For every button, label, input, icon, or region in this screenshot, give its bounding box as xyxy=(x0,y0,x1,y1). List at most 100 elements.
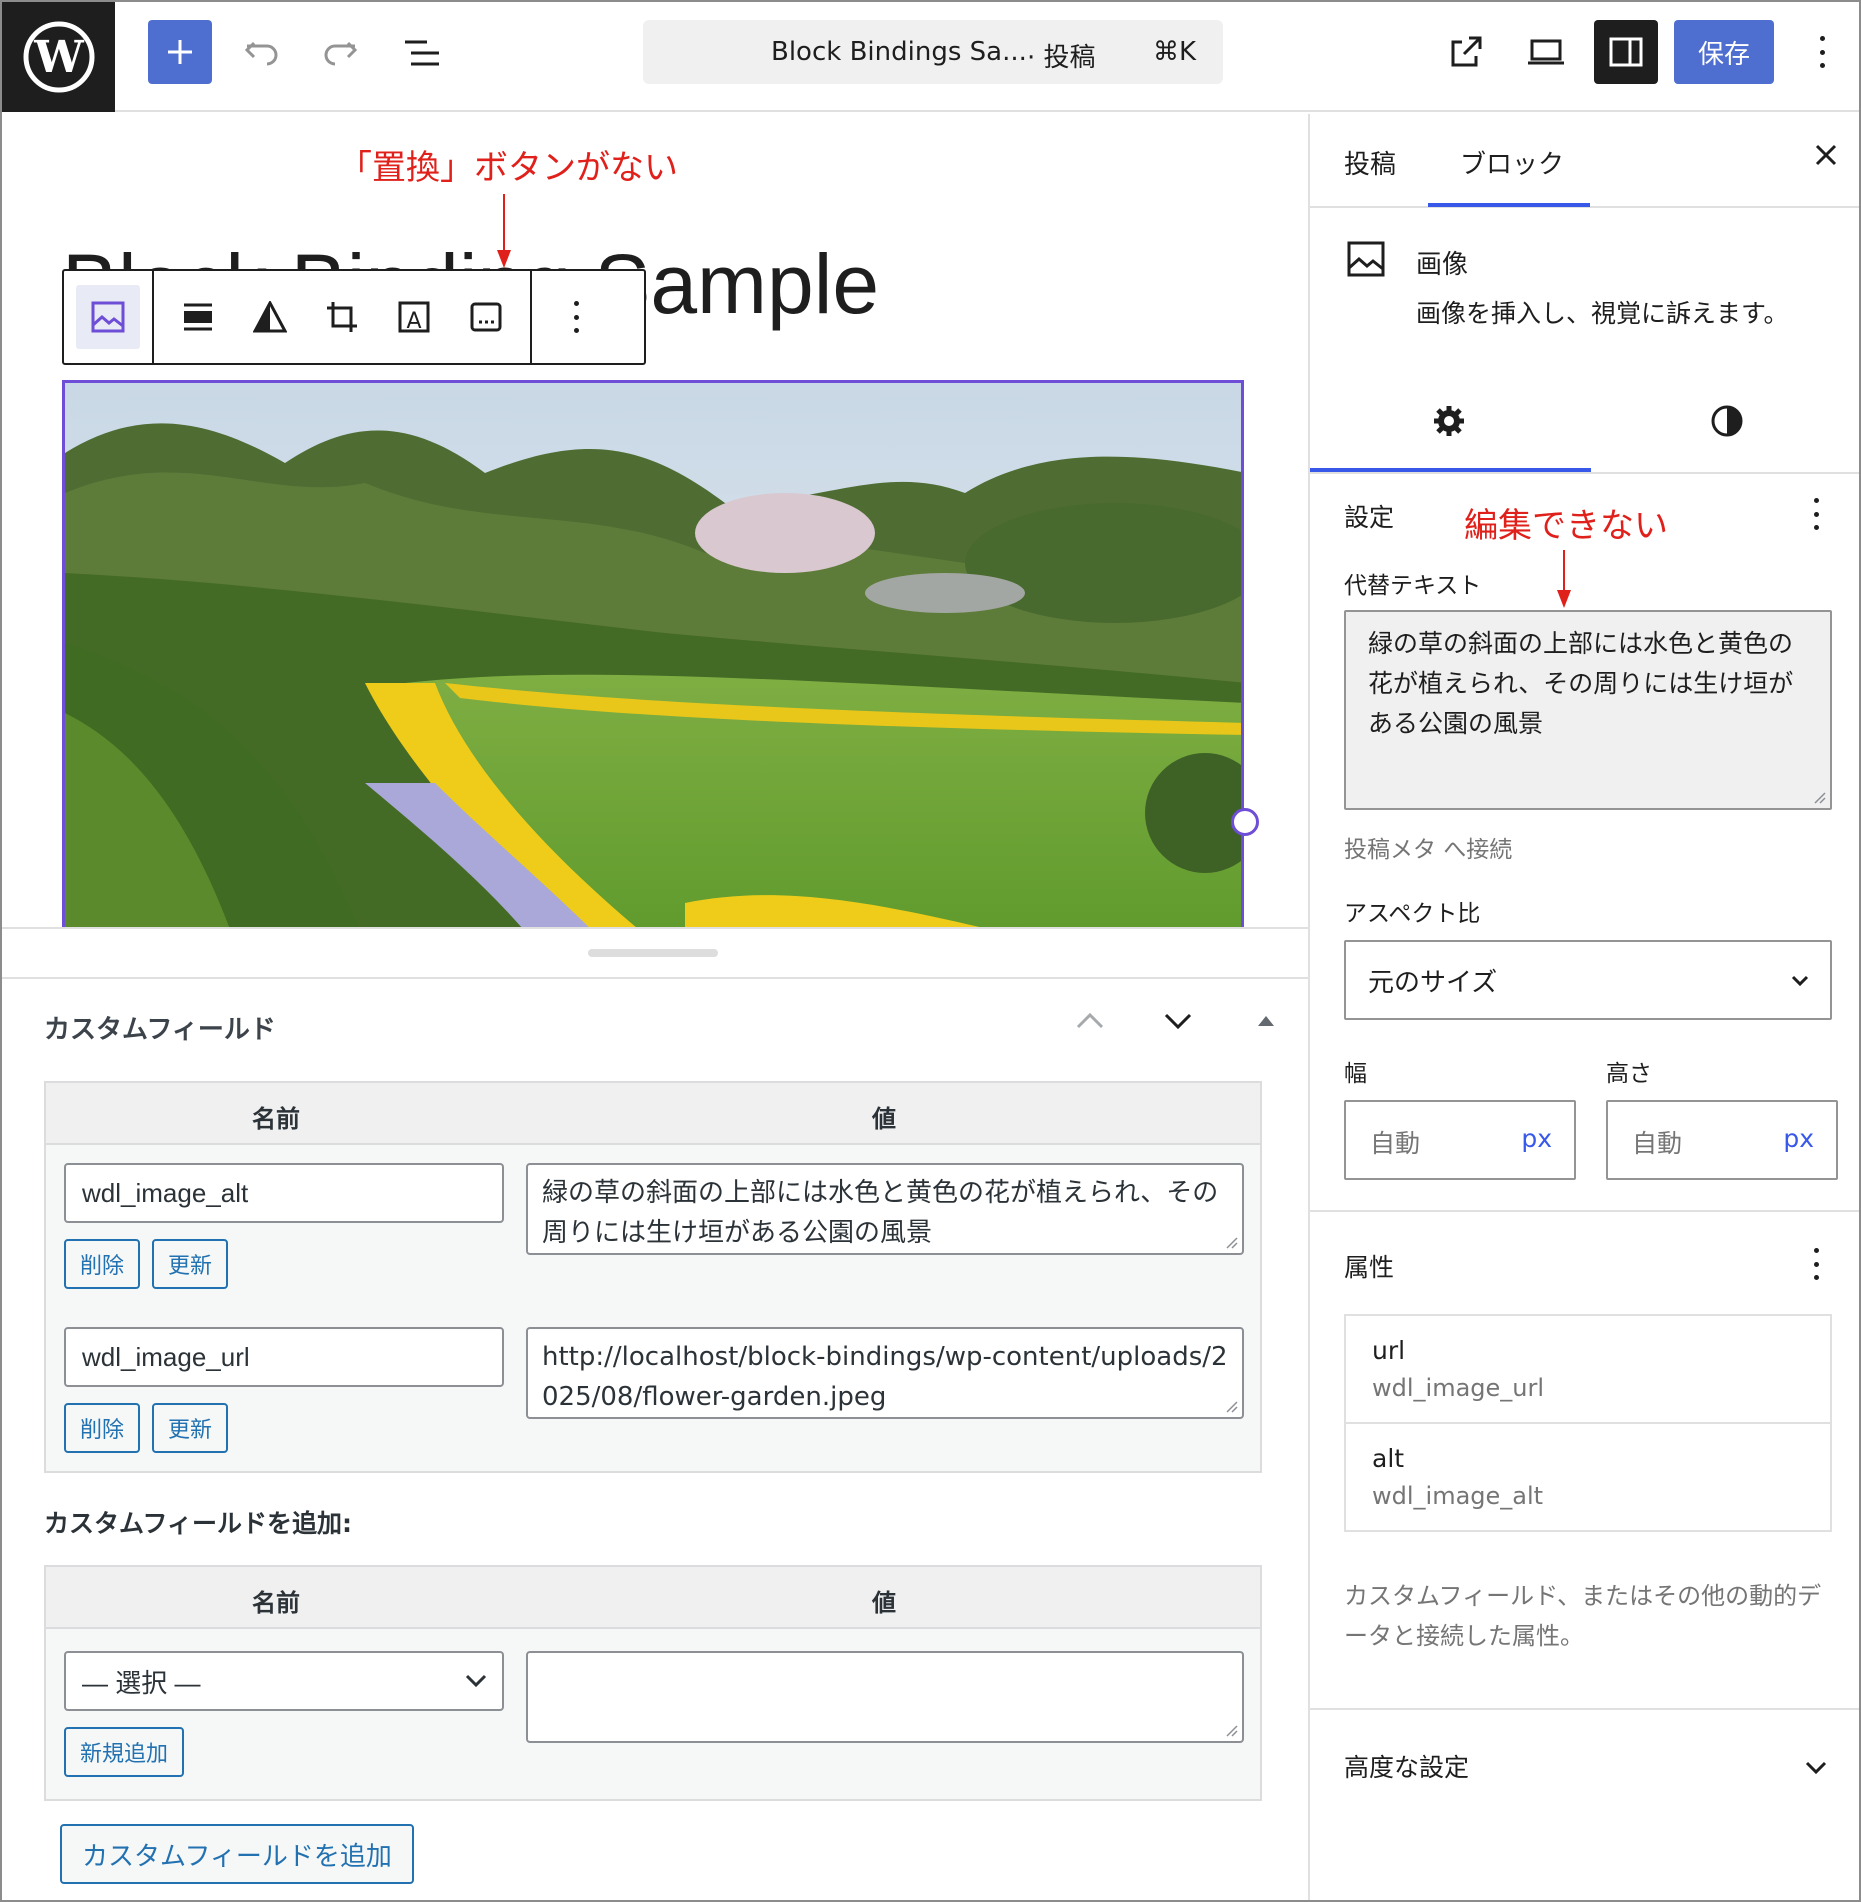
editor-top-bar: W Block Bindings Sa... · 投稿 ⌘K 保存 xyxy=(2,2,1859,112)
more-options-group xyxy=(532,271,620,363)
add-custom-field-header: カスタムフィールドを追加: xyxy=(44,1509,352,1538)
undo-icon[interactable] xyxy=(234,28,290,78)
tab-post[interactable]: 投稿 xyxy=(1344,144,1396,181)
update-button[interactable]: 更新 xyxy=(152,1239,229,1289)
new-custom-field-table: 名前 値 — 選択 — 新規追加 xyxy=(44,1565,1262,1801)
styles-contrast-icon[interactable] xyxy=(1710,404,1744,438)
app-window: W Block Bindings Sa... · 投稿 ⌘K 保存 Sample… xyxy=(0,0,1861,1902)
meta-boxes-area: カスタムフィールド 名前 値 wdl_image_alt 緑の草の斜面の上部には… xyxy=(2,927,1308,1900)
image-block[interactable] xyxy=(62,380,1244,927)
custom-field-value-textarea[interactable]: 緑の草の斜面の上部には水色と黄色の花が植えられ、その周りには生け垣がある公園の風… xyxy=(526,1163,1244,1255)
attributes-help-text: カスタムフィールド、またはその他の動的データと接続した属性。 xyxy=(1344,1582,1822,1650)
block-type-group xyxy=(64,271,154,363)
document-overview-icon[interactable] xyxy=(394,28,450,78)
attribute-item[interactable]: url wdl_image_url xyxy=(1344,1314,1832,1424)
column-header-name: 名前 xyxy=(252,1105,300,1133)
block-inspector-tabs xyxy=(1310,370,1859,474)
meta-box-resize-handle[interactable] xyxy=(588,949,718,957)
height-input[interactable]: 自動 px xyxy=(1606,1100,1838,1180)
annotation-arrow-icon xyxy=(1557,550,1571,608)
align-icon[interactable] xyxy=(166,285,230,349)
add-custom-field-button[interactable]: カスタムフィールドを追加 xyxy=(60,1824,414,1884)
active-subtab-indicator xyxy=(1310,468,1591,472)
preview-device-icon[interactable] xyxy=(1516,24,1576,80)
textarea-value: 緑の草の斜面の上部には水色と黄色の花が植えられ、その周りには生け垣がある公園の風… xyxy=(542,1178,1219,1248)
annotation-not-editable: 編集できない xyxy=(1464,506,1668,546)
wordpress-logo-icon[interactable]: W xyxy=(2,2,115,112)
custom-fields-header: カスタムフィールド xyxy=(44,1015,276,1045)
tab-block[interactable]: ブロック xyxy=(1460,144,1564,181)
attribute-field: wdl_image_alt xyxy=(1372,1482,1544,1510)
chevron-down-icon[interactable] xyxy=(1804,1760,1828,1776)
alt-text-textarea: 緑の草の斜面の上部には水色と黄色の花が植えられ、その周りには生け垣がある公園の風… xyxy=(1344,610,1832,810)
custom-field-name-input[interactable]: wdl_image_url xyxy=(64,1327,504,1387)
text-overlay-icon[interactable]: A xyxy=(382,285,446,349)
options-menu-icon[interactable] xyxy=(1812,32,1832,72)
collapse-toggle-icon[interactable] xyxy=(1242,997,1290,1045)
aspect-ratio-label: アスペクト比 xyxy=(1344,901,1481,927)
block-options-icon[interactable] xyxy=(544,285,608,349)
caption-icon[interactable] xyxy=(454,285,518,349)
view-post-external-icon[interactable] xyxy=(1436,24,1496,80)
save-button[interactable]: 保存 xyxy=(1674,20,1774,84)
new-add-button[interactable]: 新規追加 xyxy=(64,1727,185,1777)
attribute-key: url xyxy=(1372,1336,1406,1365)
column-header-value: 値 xyxy=(872,1589,896,1617)
aspect-ratio-value: 元のサイズ xyxy=(1368,967,1498,998)
settings-sidebar-toggle-icon[interactable] xyxy=(1594,20,1658,84)
attribute-key: alt xyxy=(1372,1444,1405,1473)
editor-canvas: Block Binding Sample 「置換」ボタンがない xyxy=(2,114,1308,927)
table-header: 名前 値 xyxy=(46,1567,1260,1629)
settings-options-icon[interactable] xyxy=(1806,494,1826,534)
add-block-button[interactable] xyxy=(148,20,212,84)
custom-field-name-input[interactable]: wdl_image_alt xyxy=(64,1163,504,1223)
update-button[interactable]: 更新 xyxy=(152,1403,229,1453)
table-header: 名前 値 xyxy=(46,1083,1260,1145)
delete-button[interactable]: 削除 xyxy=(64,1403,141,1453)
image-resize-handle[interactable] xyxy=(1231,808,1259,836)
sidebar-tabs: 投稿 ブロック xyxy=(1310,114,1859,208)
move-up-icon[interactable] xyxy=(1066,997,1114,1045)
resize-grip-icon[interactable] xyxy=(1224,1399,1238,1413)
attribute-field: wdl_image_url xyxy=(1372,1374,1545,1402)
redo-icon[interactable] xyxy=(312,28,368,78)
active-tab-indicator xyxy=(1428,203,1590,207)
annotation-arrow-icon xyxy=(497,194,511,268)
move-down-icon[interactable] xyxy=(1154,997,1202,1045)
custom-field-value-textarea[interactable]: http://localhost/block-bindings/wp-conte… xyxy=(526,1327,1244,1419)
settings-section-title: 設定 xyxy=(1344,503,1395,532)
divider xyxy=(2,977,1308,979)
park-flower-garden-image xyxy=(65,383,1241,927)
block-name: 画像 xyxy=(1416,250,1469,280)
width-placeholder: 自動 xyxy=(1370,1129,1421,1158)
crop-icon[interactable] xyxy=(310,285,374,349)
duotone-filter-icon[interactable] xyxy=(238,285,302,349)
attributes-options-icon[interactable] xyxy=(1806,1244,1826,1284)
new-value-textarea[interactable] xyxy=(526,1651,1244,1743)
aspect-ratio-select[interactable]: 元のサイズ xyxy=(1344,940,1832,1020)
resize-grip-icon[interactable] xyxy=(1224,1235,1238,1249)
width-label: 幅 xyxy=(1344,1061,1367,1087)
document-title: Block Bindings Sa... xyxy=(771,37,1027,67)
block-tools-group: A xyxy=(154,271,532,363)
resize-grip-icon[interactable] xyxy=(1224,1723,1238,1737)
delete-button[interactable]: 削除 xyxy=(64,1239,141,1289)
svg-text:W: W xyxy=(33,32,84,83)
meta-key-select[interactable]: — 選択 — xyxy=(64,1651,504,1711)
close-icon[interactable] xyxy=(1813,142,1839,168)
command-palette-bar[interactable]: Block Bindings Sa... · 投稿 ⌘K xyxy=(643,20,1223,84)
document-type: · 投稿 xyxy=(1027,43,1096,73)
width-unit[interactable]: px xyxy=(1521,1124,1552,1153)
column-header-name: 名前 xyxy=(252,1589,300,1617)
attribute-item[interactable]: alt wdl_image_alt xyxy=(1344,1422,1832,1532)
custom-fields-table: 名前 値 wdl_image_alt 緑の草の斜面の上部には水色と黄色の花が植え… xyxy=(44,1081,1262,1473)
width-input[interactable]: 自動 px xyxy=(1344,1100,1576,1180)
divider xyxy=(1310,1708,1859,1710)
connected-to-post-meta: 投稿メタ へ接続 xyxy=(1344,837,1513,863)
height-unit[interactable]: px xyxy=(1783,1124,1814,1153)
advanced-settings-toggle[interactable]: 高度な設定 xyxy=(1344,1748,1469,1784)
chevron-down-icon xyxy=(1791,975,1809,987)
image-block-type-icon[interactable] xyxy=(76,285,140,349)
alt-text-label: 代替テキスト xyxy=(1344,573,1482,599)
gear-icon[interactable] xyxy=(1432,404,1466,438)
